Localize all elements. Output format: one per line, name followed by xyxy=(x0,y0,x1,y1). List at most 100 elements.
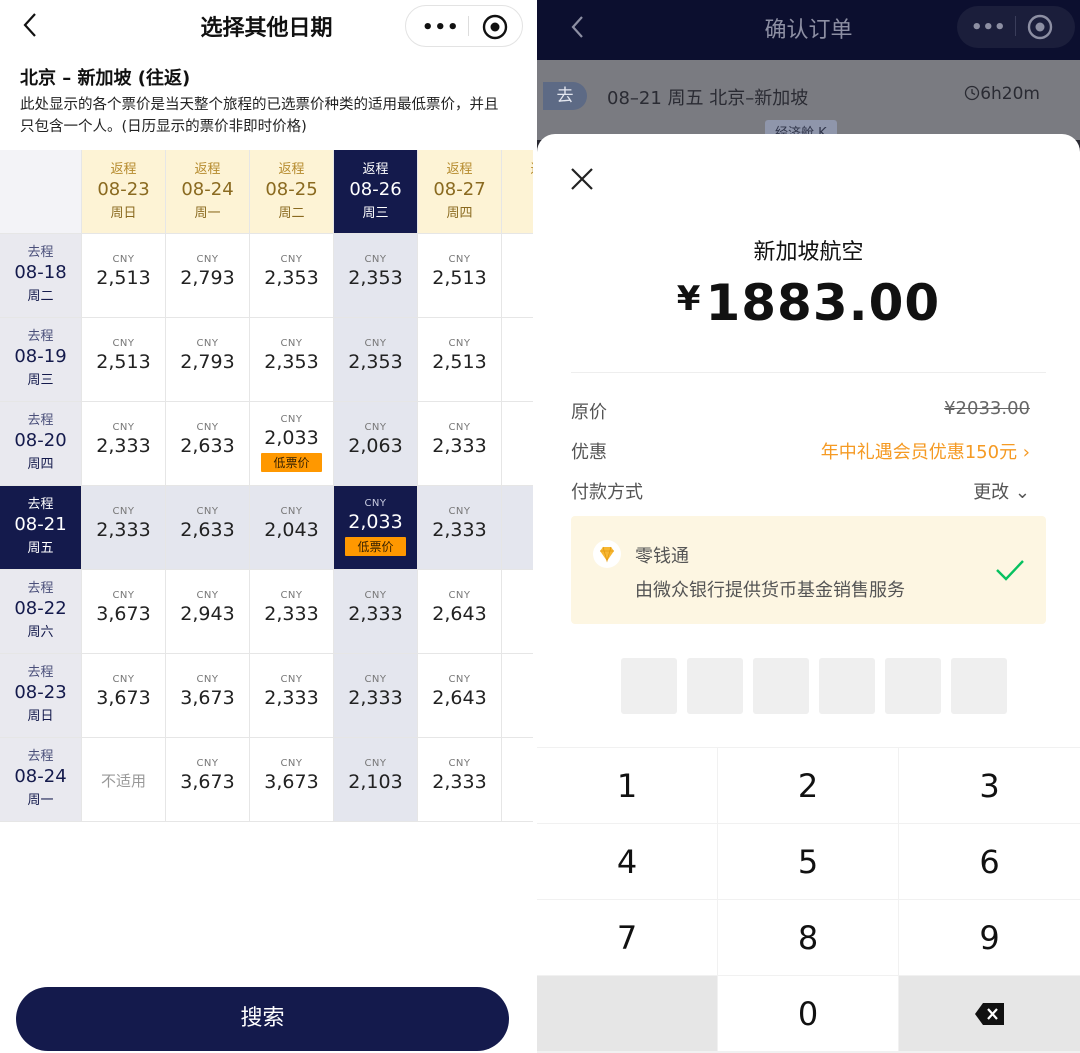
fare-cell[interactable]: CNY 2,513 xyxy=(82,234,166,318)
key-digit: 2 xyxy=(797,766,819,805)
fare-cell[interactable]: CNY 2 xyxy=(502,234,533,318)
return-weekday: 周四 xyxy=(446,206,473,221)
backspace-key[interactable] xyxy=(899,976,1080,1051)
fare-cell[interactable]: CNY 2 xyxy=(502,402,533,486)
fare-cell[interactable]: CNY 2,043 xyxy=(250,486,334,570)
fare-cell[interactable]: CNY 2,633 xyxy=(166,486,250,570)
fare-currency: CNY xyxy=(448,338,471,349)
change-payment-link[interactable]: 更改 ⌄ xyxy=(973,478,1030,504)
fare-cell[interactable]: CNY 2,793 xyxy=(166,234,250,318)
fare-value: 2,633 xyxy=(180,435,235,457)
fare-cell[interactable]: CNY 2 xyxy=(502,570,533,654)
return-date-header[interactable]: 返程 08-25 周二 xyxy=(250,150,334,234)
fare-cell[interactable]: CNY 2,643 xyxy=(418,570,502,654)
close-icon[interactable] xyxy=(567,164,597,194)
fare-value: 2,513 xyxy=(96,267,151,289)
divider xyxy=(571,372,1046,373)
fare-currency: CNY xyxy=(196,506,219,517)
keypad-key-5[interactable]: 5 xyxy=(718,824,898,899)
nav-bar-dimmed: 确认订单 ••• xyxy=(537,0,1080,60)
fare-cell[interactable]: CNY 2,353 xyxy=(334,318,418,402)
keypad-key-4[interactable]: 4 xyxy=(537,824,717,899)
fare-cell[interactable]: CNY 2,353 xyxy=(250,318,334,402)
fare-cell[interactable]: CNY 3,673 xyxy=(82,570,166,654)
capsule-menu: ••• xyxy=(405,5,523,47)
keypad-blank xyxy=(537,976,717,1051)
pin-digit-box xyxy=(819,658,875,714)
search-button[interactable]: 搜索 xyxy=(16,987,509,1051)
fare-cell[interactable]: CNY 2,513 xyxy=(418,234,502,318)
return-date-header[interactable]: 返程 08 周 xyxy=(502,150,533,234)
discount-value[interactable]: 年中礼遇会员优惠150元 › xyxy=(821,438,1030,464)
fare-cell[interactable]: CNY 2,333 xyxy=(418,402,502,486)
fare-cell[interactable]: CNY 3,673 xyxy=(250,738,334,822)
return-date-header[interactable]: 返程 08-26 周三 xyxy=(334,150,418,234)
fare-cell[interactable]: CNY 2 xyxy=(502,654,533,738)
fare-cell[interactable]: CNY 2,333 xyxy=(334,570,418,654)
depart-date-header[interactable]: 去程 08-23 周日 xyxy=(0,654,82,738)
close-miniprogram-icon[interactable] xyxy=(1027,14,1053,40)
fare-value: 2,633 xyxy=(180,519,235,541)
fare-cell[interactable]: CNY 2,333 xyxy=(418,486,502,570)
fare-currency: CNY xyxy=(196,338,219,349)
keypad-key-8[interactable]: 8 xyxy=(718,900,898,975)
depart-date-header[interactable]: 去程 08-18 周二 xyxy=(0,234,82,318)
more-icon[interactable]: ••• xyxy=(422,17,460,38)
fare-currency: CNY xyxy=(448,422,471,433)
keypad-key-3[interactable]: 3 xyxy=(899,748,1080,823)
fare-cell[interactable]: CNY 2,063 xyxy=(334,402,418,486)
fare-cell[interactable]: CNY 2,633 xyxy=(166,402,250,486)
keypad-key-6[interactable]: 6 xyxy=(899,824,1080,899)
keypad-key-0[interactable]: 0 xyxy=(718,976,898,1051)
fare-cell[interactable]: CNY 2,513 xyxy=(82,318,166,402)
keypad-key-2[interactable]: 2 xyxy=(718,748,898,823)
depart-date-header[interactable]: 去程 08-20 周四 xyxy=(0,402,82,486)
fare-not-available: 不适用 xyxy=(100,772,146,790)
keypad-key-9[interactable]: 9 xyxy=(899,900,1080,975)
return-date-header[interactable]: 返程 08-27 周四 xyxy=(418,150,502,234)
fare-value: 2,513 xyxy=(432,267,487,289)
fare-cell[interactable]: CNY 2,353 xyxy=(250,234,334,318)
return-date-header[interactable]: 返程 08-24 周一 xyxy=(166,150,250,234)
fare-currency: CNY xyxy=(448,254,471,265)
depart-date-header[interactable]: 去程 08-22 周六 xyxy=(0,570,82,654)
fare-cell[interactable]: CNY 2,333 xyxy=(250,654,334,738)
more-icon[interactable]: ••• xyxy=(971,17,1006,38)
fare-cell[interactable]: CNY 2,103 xyxy=(334,738,418,822)
fare-cell[interactable]: CNY 2,333 xyxy=(250,570,334,654)
fare-cell[interactable]: CNY 2,033 低票价 xyxy=(334,486,418,570)
fare-cell[interactable]: CNY 2 xyxy=(502,318,533,402)
fare-currency: CNY xyxy=(364,758,387,769)
fare-cell[interactable]: CNY 3,673 xyxy=(166,654,250,738)
depart-label: 去程 xyxy=(27,749,54,764)
fare-cell[interactable]: CNY 2,333 xyxy=(82,486,166,570)
keypad-key-1[interactable]: 1 xyxy=(537,748,717,823)
payment-option-lingqiantong[interactable]: 零钱通 由微众银行提供货币基金销售服务 xyxy=(571,516,1046,624)
keypad-key-7[interactable]: 7 xyxy=(537,900,717,975)
fare-cell[interactable]: CNY 3,673 xyxy=(166,738,250,822)
fare-cell[interactable]: 不适用 xyxy=(82,738,166,822)
return-label: 返程 xyxy=(502,158,533,177)
depart-weekday: 周五 xyxy=(27,541,54,556)
fare-cell[interactable]: CNY 2,513 xyxy=(418,318,502,402)
fare-cell[interactable]: CNY 2,333 xyxy=(418,738,502,822)
fare-cell[interactable]: CNY 2 xyxy=(502,486,533,570)
depart-date-header[interactable]: 去程 08-24 周一 xyxy=(0,738,82,822)
fare-cell[interactable]: CNY 2,943 xyxy=(166,570,250,654)
fare-cell[interactable]: CNY 2 xyxy=(502,738,533,822)
fare-value: 2 xyxy=(502,519,533,541)
numeric-keypad: 1 2 3 4 5 6 7 8 9 0 xyxy=(537,747,1080,1053)
return-date-header[interactable]: 返程 08-23 周日 xyxy=(82,150,166,234)
fare-cell[interactable]: CNY 2,793 xyxy=(166,318,250,402)
fare-cell[interactable]: CNY 2,353 xyxy=(334,234,418,318)
fare-cell[interactable]: CNY 2,033 低票价 xyxy=(250,402,334,486)
depart-date-header[interactable]: 去程 08-21 周五 xyxy=(0,486,82,570)
fare-cell[interactable]: CNY 2,333 xyxy=(82,402,166,486)
fare-currency: CNY xyxy=(448,506,471,517)
fare-cell[interactable]: CNY 3,673 xyxy=(82,654,166,738)
depart-date-header[interactable]: 去程 08-19 周三 xyxy=(0,318,82,402)
fare-cell[interactable]: CNY 2,643 xyxy=(418,654,502,738)
fare-cell[interactable]: CNY 2,333 xyxy=(334,654,418,738)
return-label: 返程 xyxy=(362,162,389,177)
close-miniprogram-icon[interactable] xyxy=(482,14,508,40)
